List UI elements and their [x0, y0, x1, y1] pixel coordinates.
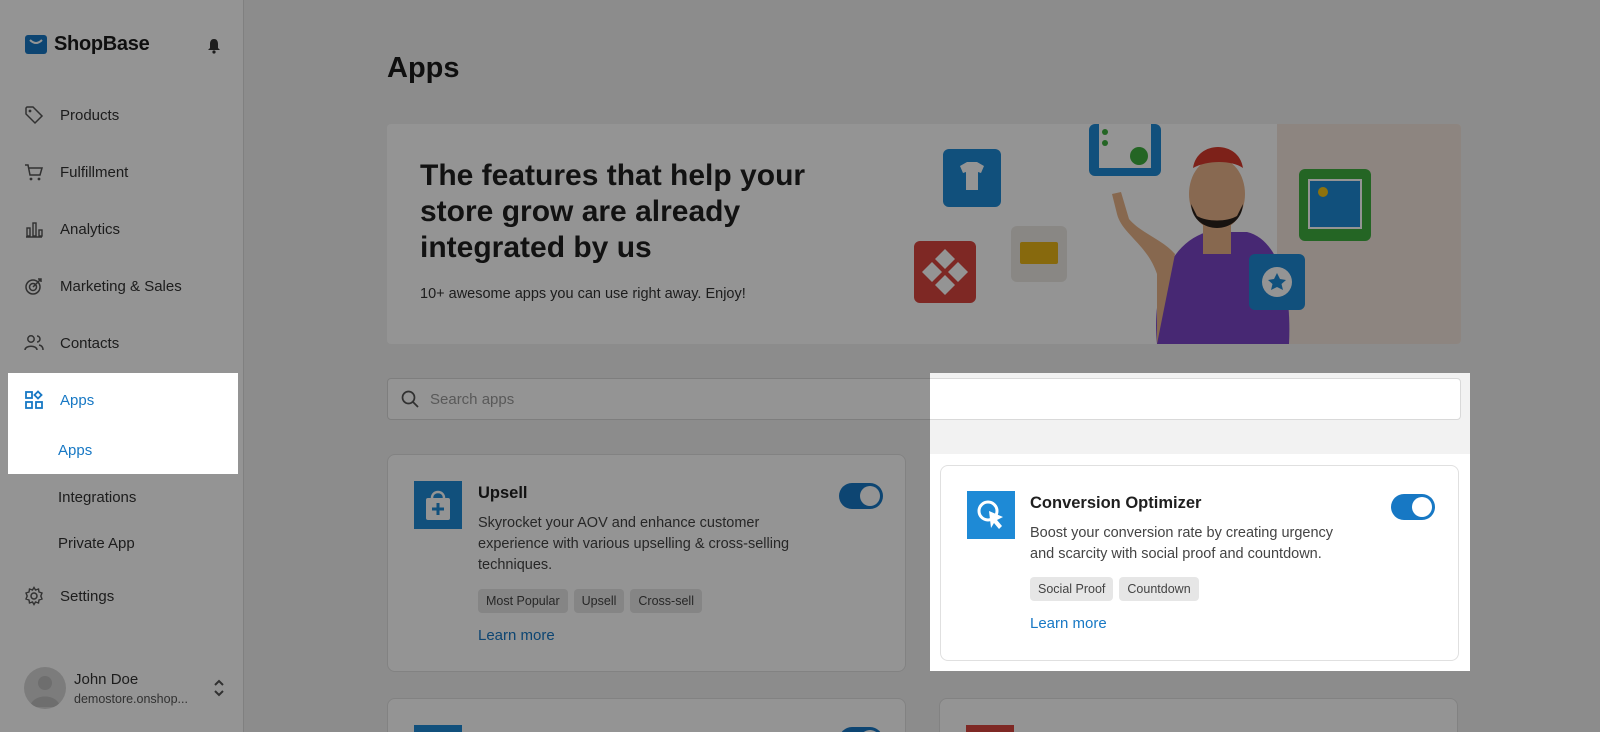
app-toggle[interactable] — [1391, 494, 1435, 520]
sidebar-item-contacts[interactable]: Contacts — [8, 321, 238, 365]
app-toggle[interactable] — [839, 483, 883, 509]
sidebar-subitem-label: Private App — [58, 534, 135, 552]
bell-icon[interactable] — [205, 37, 223, 55]
app-description: Skyrocket your AOV and enhance customer … — [478, 515, 790, 573]
sidebar-item-products[interactable]: Products — [8, 93, 238, 137]
avatar — [24, 667, 66, 709]
app-tag: Upsell — [573, 589, 625, 613]
app-tags: Social Proof Countdown — [1030, 577, 1199, 601]
app-icon-partial — [414, 725, 462, 732]
search-input[interactable] — [430, 390, 1330, 408]
sidebar-subitem-label: Apps — [58, 441, 93, 459]
sidebar-item-label: Marketing & Sales — [60, 277, 182, 295]
app-card-partial-left[interactable] — [387, 698, 906, 732]
search-icon — [401, 390, 419, 408]
app-tag: Cross-sell — [630, 589, 702, 613]
app-tag: Social Proof — [1030, 577, 1114, 601]
sidebar-item-label: Contacts — [60, 334, 120, 352]
banner-illustration — [914, 124, 1461, 344]
target-icon — [25, 278, 42, 295]
app-card-upsell[interactable]: Upsell Skyrocket your AOV and enhance cu… — [387, 454, 906, 672]
sidebar-item-analytics[interactable]: Analytics — [8, 207, 238, 251]
search-bar[interactable] — [387, 378, 1461, 420]
app-title: Conversion Optimizer — [1030, 494, 1202, 512]
app-tags: Most Popular Upsell Cross-sell — [478, 589, 702, 613]
learn-more-link[interactable]: Learn more — [478, 627, 555, 644]
sidebar-item-fulfillment[interactable]: Fulfillment — [8, 150, 238, 194]
brand-name: ShopBase — [54, 32, 150, 55]
sidebar-subitem-label: Integrations — [58, 488, 137, 506]
dim-overlay — [1470, 454, 1600, 732]
sidebar-item-apps[interactable]: Apps — [8, 378, 238, 422]
app-icon-partial — [966, 725, 1014, 732]
bar-chart-icon — [26, 222, 43, 238]
app-card-conversion-optimizer[interactable]: Conversion Optimizer Boost your conversi… — [940, 465, 1459, 661]
cart-icon — [25, 164, 43, 181]
sidebar-subitem-integrations[interactable]: Integrations — [45, 477, 238, 517]
app-description: Boost your conversion rate by creating u… — [1030, 525, 1334, 562]
sidebar-subitem-private-app[interactable]: Private App — [45, 523, 238, 563]
sidebar-item-label: Fulfillment — [60, 163, 129, 181]
users-icon — [24, 335, 44, 351]
sidebar-item-marketing[interactable]: Marketing & Sales — [8, 264, 238, 308]
banner: The features that help your store grow a… — [387, 124, 1461, 344]
banner-heading: The features that help your store grow a… — [420, 159, 806, 264]
apps-grid-icon — [25, 390, 43, 409]
sidebar-item-label: Analytics — [60, 220, 121, 238]
sidebar-item-label: Settings — [60, 587, 115, 605]
cursor-click-icon — [967, 491, 1015, 539]
sidebar-item-settings[interactable]: Settings — [8, 574, 238, 618]
app-tag: Countdown — [1119, 577, 1199, 601]
user-store: demostore.onshop... — [74, 691, 188, 706]
app-title: Upsell — [478, 484, 528, 502]
app-card-partial-right[interactable] — [939, 698, 1458, 732]
gear-icon — [25, 586, 43, 606]
tag-icon — [25, 106, 44, 125]
sidebar-item-label: Products — [60, 106, 120, 124]
user-silhouette-icon — [30, 676, 60, 707]
app-tag: Most Popular — [478, 589, 568, 613]
learn-more-link[interactable]: Learn more — [1030, 615, 1107, 632]
chevron-up-down-icon[interactable] — [212, 676, 226, 700]
user-menu[interactable]: John Doe demostore.onshop... — [24, 666, 234, 710]
sidebar-item-label: Apps — [60, 391, 95, 409]
banner-subtext: 10+ awesome apps you can use right away.… — [420, 286, 746, 302]
app-toggle[interactable] — [839, 727, 883, 732]
user-name: John Doe — [74, 670, 139, 688]
shopping-bag-icon — [414, 481, 462, 529]
brand[interactable]: ShopBase — [24, 32, 150, 56]
dim-overlay — [1470, 373, 1600, 454]
shopbase-logo-icon — [25, 35, 47, 54]
sidebar: ShopBase Products Fulfillment Analytics … — [0, 0, 244, 732]
sidebar-subitem-apps[interactable]: Apps — [45, 430, 238, 470]
page-title: Apps — [387, 52, 460, 84]
